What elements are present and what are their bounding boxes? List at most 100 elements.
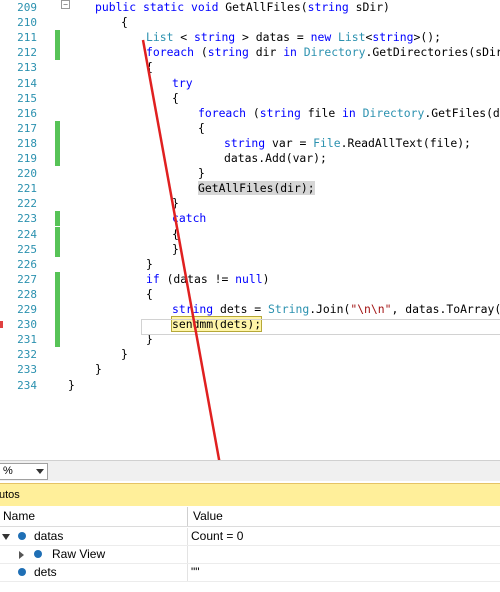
code-line[interactable]: 220} (0, 166, 500, 181)
code-token: string (172, 302, 214, 316)
column-header-value[interactable]: Value (193, 507, 223, 526)
code-line[interactable]: 214 try (0, 76, 500, 91)
code-token: , datas.ToArray()); (391, 302, 500, 316)
column-header-name[interactable]: Name (3, 507, 35, 526)
code-token: ) (262, 271, 270, 286)
code-line[interactable]: 221 GetAllFiles(dir); (0, 181, 500, 196)
variable-name: dets (34, 565, 57, 579)
code-token: string (207, 45, 249, 60)
code-line[interactable]: 224 { (0, 226, 500, 242)
code-token: new (310, 30, 332, 45)
code-token: catch (172, 211, 207, 226)
line-number: 213 (17, 61, 37, 75)
line-number: 233 (17, 363, 37, 377)
variable-value[interactable]: Count = 0 (191, 528, 243, 545)
line-number: 211 (17, 31, 37, 45)
code-line[interactable]: 223 catch (0, 211, 500, 227)
code-editor[interactable]: − 209 public static void GetAllFiles(stri… (0, 0, 500, 460)
code-token: datas.Add(var); (224, 151, 327, 165)
code-line[interactable]: 217 { (0, 120, 500, 136)
code-line[interactable]: 233} (0, 362, 500, 377)
code-line[interactable]: 229 string dets = String.Join("\n\n", dat… (0, 302, 500, 317)
code-line[interactable]: 216 foreach (string file in Directory.Get… (0, 106, 500, 121)
row-divider (187, 564, 188, 581)
code-line[interactable]: 232} (0, 347, 500, 362)
code-token: { (172, 90, 179, 105)
code-token: public static void (95, 0, 219, 14)
column-divider[interactable] (187, 507, 188, 526)
line-number: 209 (17, 1, 37, 14)
code-line[interactable]: 218 string var = File.ReadAllText(file); (0, 135, 500, 151)
code-text: { (198, 121, 205, 136)
code-text: { (172, 91, 179, 106)
code-line[interactable]: 226} (0, 257, 500, 272)
object-icon (18, 568, 26, 576)
autos-row-dets[interactable]: dets "" (0, 564, 500, 582)
code-line[interactable]: 234} (0, 378, 500, 393)
zoom-value: % (3, 465, 13, 477)
expanded-arrow-icon[interactable] (2, 534, 10, 540)
code-text: { (172, 227, 179, 242)
code-line[interactable]: 227 if (datas != null) (0, 271, 500, 287)
object-icon (18, 532, 26, 540)
code-line[interactable]: 211 List < string > datas = new List<stri… (0, 30, 500, 46)
code-line[interactable]: 212 foreach (string dir in Directory.GetD… (0, 45, 500, 61)
change-bar (55, 135, 60, 151)
autos-row-raw-view[interactable]: Raw View (0, 546, 500, 564)
zoom-dropdown[interactable]: % (0, 463, 48, 480)
variable-name: Raw View (52, 547, 106, 561)
change-bar (55, 30, 60, 46)
change-bar (55, 271, 60, 287)
current-line-highlight (141, 319, 500, 335)
autos-column-header: Name Value (0, 507, 500, 527)
code-line[interactable]: 219 datas.Add(var); (0, 151, 500, 166)
code-token: Directory (362, 105, 425, 120)
line-number: 217 (17, 121, 37, 135)
code-line[interactable]: 213 { (0, 60, 500, 75)
code-text: catch (172, 211, 206, 226)
row-divider (187, 546, 188, 563)
code-line[interactable]: 209 public static void GetAllFiles(string… (0, 0, 500, 15)
code-line[interactable]: 215 { (0, 91, 500, 106)
code-token: foreach (146, 45, 195, 60)
autos-title-label: utos (0, 489, 20, 501)
code-line[interactable]: 222} (0, 196, 500, 211)
code-line[interactable]: 228 { (0, 286, 500, 302)
code-token: } (146, 256, 153, 271)
line-number: 214 (17, 76, 37, 90)
code-text: } (121, 347, 128, 362)
line-number: 230 (17, 318, 37, 332)
code-text: { (146, 287, 153, 302)
autos-panel-title[interactable]: utos (0, 483, 500, 506)
change-bar (55, 45, 60, 61)
code-token: } (198, 166, 205, 181)
line-number: 218 (17, 136, 37, 150)
code-token: < (173, 30, 195, 45)
current-statement-marker (0, 321, 3, 329)
code-token: Directory (303, 45, 366, 60)
code-text: List < string > datas = new List<string>… (146, 30, 441, 45)
line-number: 228 (17, 287, 37, 301)
collapsed-arrow-icon[interactable] (19, 551, 24, 559)
code-text: } (172, 242, 179, 257)
code-token: null (235, 271, 263, 286)
change-bar (55, 302, 60, 317)
variable-value[interactable]: "" (191, 564, 200, 581)
code-line[interactable]: 225} (0, 241, 500, 257)
code-text: { (146, 60, 153, 75)
chevron-down-icon (36, 469, 44, 474)
line-number: 223 (17, 212, 37, 226)
code-token: } (95, 362, 102, 377)
code-token: String (268, 302, 310, 316)
code-text: string dets = String.Join("\n\n", datas.… (172, 302, 500, 317)
code-token: (datas != (159, 271, 236, 286)
code-token: } (172, 241, 179, 256)
code-token: string (307, 0, 349, 14)
code-token: ( (246, 105, 260, 120)
change-bar (55, 226, 60, 242)
code-token: List (338, 30, 366, 45)
code-token: sDir) (348, 0, 390, 14)
code-text: } (68, 378, 75, 393)
code-line[interactable]: 210 { (0, 15, 500, 30)
autos-row-datas[interactable]: datas Count = 0 (0, 528, 500, 546)
